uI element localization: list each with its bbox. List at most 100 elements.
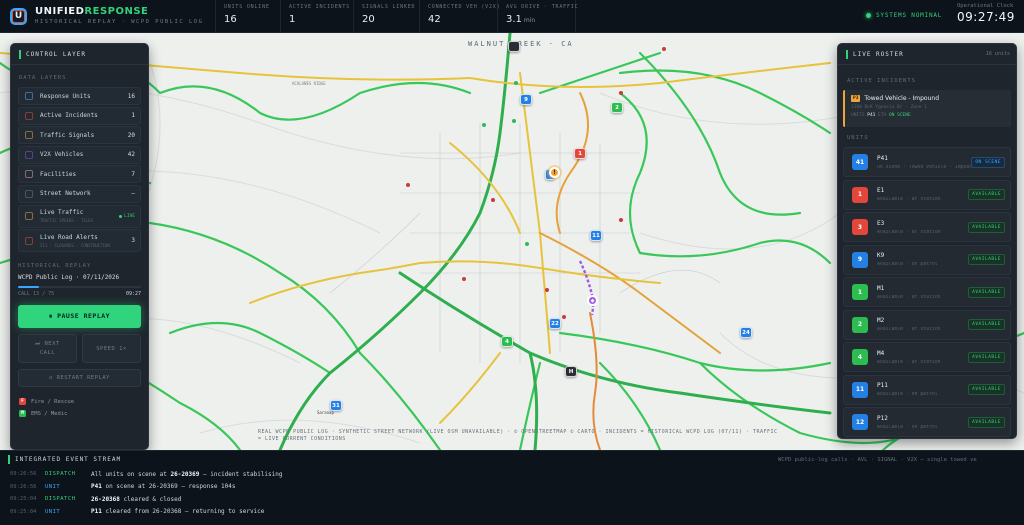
layer-list: Response Units 16 Active Incidents 1 Traff… [11, 81, 148, 253]
status-badge: ON SCENE [971, 156, 1005, 168]
signal-dot [406, 183, 410, 187]
active-incidents-label: ACTIVE INCIDENTS [847, 78, 916, 84]
roster-count: 16 units [985, 51, 1010, 57]
speed-button[interactable]: SPEED 1× [82, 334, 141, 364]
unit-icon: 1 [852, 186, 868, 203]
v2x-vehicle-pin-icon[interactable]: ◆ [587, 295, 598, 306]
layer-checkbox[interactable] [25, 150, 33, 159]
app-root: U UNIFIEDRESPONSE HISTORICAL REPLAY · WC… [0, 0, 1024, 525]
layer-traffic-signals[interactable]: Traffic Signals 20 [18, 126, 141, 145]
unit-marker-1[interactable]: 1 [574, 148, 586, 159]
event-row[interactable]: 09:26:56 DISPATCH All units on scene at 26… [0, 468, 1024, 481]
signal-dot [491, 198, 495, 202]
incident-location: 1300 BLK Ygnacio Dr · Zone 1 [851, 105, 927, 110]
event-row[interactable]: 09:25:04 DISPATCH 26-20368 cleared & close… [0, 493, 1024, 506]
next-call-button[interactable]: ⏭ NEXT CALL [18, 334, 77, 364]
event-row[interactable]: 09:25:04 UNIT P11 cleared from 26-20368 — … [0, 506, 1024, 519]
layer-checkbox[interactable] [25, 189, 33, 198]
event-row[interactable]: 09:26:56 UNIT P41 on scene at 26-20369 — r… [0, 481, 1024, 494]
event-stream: INTEGRATED EVENT STREAM WCPD public-log … [0, 450, 1024, 525]
control-panel-title: CONTROL LAYER [26, 50, 86, 58]
replay-progress[interactable] [18, 286, 141, 289]
event-time: 09:25:04 [10, 508, 37, 515]
event-type: DISPATCH [45, 496, 76, 503]
unit-icon: 11 [852, 381, 868, 398]
unit-icon: 1 [852, 284, 868, 300]
unit-marker-9[interactable]: 9 [520, 94, 532, 105]
units-list: 41 P41 On scene · Towed Vehicle - Impound O… [838, 141, 1016, 437]
roster-unit-row[interactable]: 1 E1 Available · at station AVAILABLE [843, 179, 1011, 210]
roster-unit-row[interactable]: 41 P41 On scene · Towed Vehicle - Impound O… [843, 147, 1011, 177]
system-status: SYSTEMS NOMINAL [866, 12, 942, 19]
app-title: UNIFIEDRESPONSE [35, 5, 149, 17]
unit-status: Available · at station [877, 197, 941, 202]
roster-unit-row[interactable]: 11 P11 Available · on patrol AVAILABLE [843, 374, 1011, 405]
top-bar: U UNIFIEDRESPONSE HISTORICAL REPLAY · WC… [0, 0, 1024, 33]
event-message: 26-20368 cleared & closed [91, 495, 182, 503]
status-badge: AVAILABLE [968, 286, 1005, 298]
roster-unit-row[interactable]: 1 M1 Available · at station AVAILABLE [843, 277, 1011, 307]
facility-marker[interactable] [508, 41, 520, 52]
unit-icon: 2 [852, 316, 868, 333]
event-message: P41 on scene at 26-20369 — response 104s [91, 483, 236, 491]
unit-status: Available · at station [877, 294, 941, 300]
stat-signals-linked: SIGNALS LINKED 20 [354, 0, 420, 33]
signal-dot [545, 288, 549, 292]
layer-response-units[interactable]: Response Units 16 [18, 87, 141, 105]
layer-checkbox[interactable] [25, 131, 33, 140]
status-badge: AVAILABLE [968, 351, 1005, 363]
unit-id: K9 [877, 252, 885, 259]
status-badge: AVAILABLE [968, 384, 1005, 395]
status-badge: AVAILABLE [968, 254, 1005, 265]
legend-ems: M EMS / Medic [19, 410, 148, 418]
event-message: P11 cleared from 26-20368 — returning to… [91, 508, 265, 516]
unit-marker-4[interactable]: 4 [501, 336, 513, 347]
medic-icon: M [19, 410, 26, 418]
layer-live-traffic[interactable]: Live Traffic TRAFFIC SPEEDS · TILES LIVE [18, 204, 141, 228]
unit-marker-31[interactable]: 31 [330, 400, 342, 411]
layer-facilities[interactable]: Facilities 7 [18, 165, 141, 184]
status-badge: AVAILABLE [968, 221, 1005, 233]
status-dot-icon [866, 13, 871, 18]
stat-connected-vehicles: CONNECTED VEH (V2X) 42 [420, 0, 500, 33]
unit-id: P12 [877, 414, 888, 422]
layer-active-incidents[interactable]: Active Incidents 1 [18, 106, 141, 125]
unit-marker-22[interactable]: 22 [549, 318, 561, 329]
roster-unit-row[interactable]: 4 M4 Available · at station AVAILABLE [843, 342, 1011, 372]
roster-unit-row[interactable]: 2 M2 Available · at station AVAILABLE [843, 309, 1011, 340]
layer-v2x-vehicles[interactable]: V2X Vehicles 42 [18, 145, 141, 164]
layer-checkbox[interactable] [25, 236, 33, 245]
layer-checkbox[interactable] [25, 111, 33, 120]
map-attribution: REAL WCPD PUBLIC LOG · SYNTHETIC STREET … [258, 429, 778, 442]
incident-title: Towed Vehicle - Impound [864, 95, 939, 102]
unit-status: On scene · Towed Vehicle - Impound [877, 164, 972, 170]
unit-icon: 41 [852, 154, 868, 170]
layer-checkbox[interactable] [25, 92, 33, 100]
signal-dot [514, 81, 518, 85]
layer-street-network[interactable]: Street Network — [18, 184, 141, 203]
restart-replay-button[interactable]: ↺ RESTART REPLAY [18, 369, 141, 388]
layer-checkbox[interactable] [25, 170, 33, 179]
unit-status: Available · on patrol [877, 392, 938, 397]
unit-marker-2[interactable]: 2 [611, 102, 623, 113]
pause-replay-button[interactable]: ⏸ PAUSE REPLAY [18, 305, 141, 329]
brand: U UNIFIEDRESPONSE HISTORICAL REPLAY · WC… [0, 5, 215, 26]
incident-pin-icon[interactable]: ! [549, 167, 560, 178]
unit-marker-24[interactable]: 24 [740, 327, 752, 338]
roster-unit-row[interactable]: 12 P12 Available · on patrol AVAILABLE [843, 407, 1011, 437]
hospital-marker[interactable]: H [565, 366, 577, 377]
roster-unit-row[interactable]: 9 K9 Available · on patrol AVAILABLE [843, 244, 1011, 275]
incident-card[interactable]: P3 Towed Vehicle - Impound 1300 BLK Ygnac… [843, 90, 1011, 127]
layer-live-road-alerts[interactable]: Live Road Alerts 511 · CLOSURES · CONSTR… [18, 229, 141, 253]
layer-checkbox[interactable] [25, 212, 33, 221]
event-list: 09:26:56 DISPATCH All units on scene at 26… [0, 468, 1024, 518]
event-stream-sources: WCPD public-log calls · AVL · SIGNAL · V… [778, 457, 977, 463]
stats-strip: UNITS ONLINE 16 ACTIVE INCIDENTS 1 SIGNALS… [215, 0, 578, 33]
stat-avg-drive: AVG DRIVE · TRAFFIC 3.1 min [498, 0, 578, 33]
status-badge: AVAILABLE [968, 319, 1005, 330]
unit-id: M1 [877, 284, 885, 292]
unit-id: E1 [877, 187, 885, 194]
unit-marker-11[interactable]: 11 [590, 230, 602, 241]
roster-unit-row[interactable]: 3 E3 Available · at station AVAILABLE [843, 212, 1011, 242]
signal-dot [482, 123, 486, 127]
